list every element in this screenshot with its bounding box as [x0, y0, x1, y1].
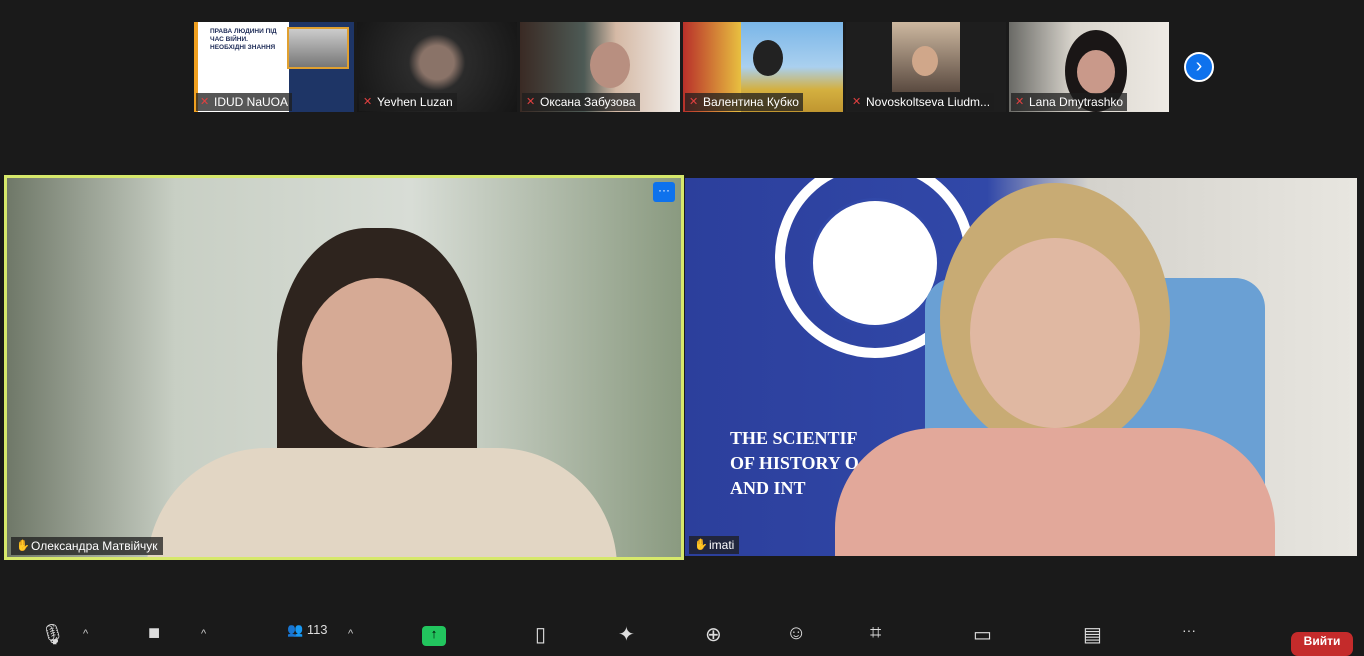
camera-off-icon: ■: [148, 622, 161, 644]
video-tile-active-speaker[interactable]: ··· ✋ Олександра Матвійчук: [4, 175, 684, 560]
participant-tile[interactable]: ✕ Novoskoltseva Liudm...: [846, 22, 1006, 112]
poster-photo: [287, 27, 349, 69]
background-text: AND INT: [730, 478, 806, 498]
participant-name: ✕ Lana Dmytrashko: [1011, 93, 1128, 111]
background-text: THE SCIENTIF: [730, 428, 858, 448]
participant-name: ✕ Валентина Кубко: [685, 93, 803, 111]
notes-button[interactable]: ▯: [535, 622, 546, 646]
mic-off-icon: ✕: [852, 96, 862, 108]
poster-title: ПРАВА ЛЮДИНИ ПІД ЧАС ВІЙНИ. НЕОБХІДНІ ЗН…: [210, 28, 277, 51]
ai-companion-button[interactable]: ✦: [618, 622, 635, 646]
notes-list-button[interactable]: ▤: [1083, 622, 1102, 646]
chevron-right-icon: ›: [1195, 55, 1203, 77]
participant-tile[interactable]: ✕ Yevhen Luzan: [357, 22, 517, 112]
participant-name: ✕ IDUD NaUOA: [196, 93, 293, 111]
more-options-button[interactable]: ···: [653, 182, 675, 202]
participants-options-caret[interactable]: ^: [348, 628, 353, 640]
mic-off-icon: ✕: [689, 96, 699, 108]
video-options-caret[interactable]: ^: [201, 628, 206, 640]
leave-button[interactable]: Вийти: [1291, 632, 1353, 656]
notes-icon: ▤: [1083, 624, 1102, 646]
share-arrow-icon: ↑: [430, 626, 438, 641]
apps-icon: ⌗: [870, 622, 882, 644]
participant-name: ✕ Оксана Забузова: [522, 93, 640, 111]
background-text: OF HISTORY O: [730, 453, 859, 473]
participant-name: ✕ Novoskoltseva Liudm...: [848, 93, 995, 111]
participant-name: ✋ imati: [689, 536, 740, 554]
mic-off-icon: ✕: [1015, 96, 1025, 108]
participants-count: 113: [306, 622, 328, 637]
unmute-button[interactable]: 🎙: [40, 622, 65, 646]
start-video-button[interactable]: ■: [148, 622, 161, 644]
pin-icon: ✋: [16, 540, 30, 552]
apps-button[interactable]: ⌗: [870, 622, 882, 644]
microphone-off-icon: 🎙: [40, 624, 66, 646]
document-icon: ▯: [535, 624, 547, 646]
participants-icon: 👥: [287, 622, 304, 637]
reactions-button[interactable]: ☺: [786, 622, 807, 644]
more-button[interactable]: ···: [1182, 622, 1196, 642]
video-tile[interactable]: THE SCIENTIF OF HISTORY O AND INT ✋ imati: [685, 178, 1357, 556]
participant-tile[interactable]: ПРАВА ЛЮДИНИ ПІД ЧАС ВІЙНИ. НЕОБХІДНІ ЗН…: [194, 22, 354, 112]
interpretation-button[interactable]: ⊕: [705, 622, 722, 646]
emoji-icon: ☺: [786, 622, 807, 644]
whiteboard-icon: ▭: [973, 624, 992, 646]
mic-off-icon: ✕: [200, 96, 210, 108]
participant-name: ✋ Олександра Матвійчук: [11, 537, 163, 555]
participants-button[interactable]: 👥 113: [287, 622, 328, 642]
next-page-button[interactable]: ›: [1184, 52, 1214, 82]
participant-tile[interactable]: ✕ Lana Dmytrashko: [1009, 22, 1169, 112]
participant-tile[interactable]: ✕ Оксана Забузова: [520, 22, 680, 112]
sparkle-icon: ✦: [618, 624, 635, 646]
audio-options-caret[interactable]: ^: [83, 628, 88, 640]
participant-tile[interactable]: ✕ Валентина Кубко: [683, 22, 843, 112]
whiteboard-button[interactable]: ▭: [973, 622, 992, 646]
globe-icon: ⊕: [705, 624, 722, 646]
pin-icon: ✋: [694, 539, 708, 551]
participant-name: ✕ Yevhen Luzan: [359, 93, 457, 111]
share-screen-button[interactable]: ↑: [422, 626, 446, 646]
mic-off-icon: ✕: [526, 96, 536, 108]
mic-off-icon: ✕: [363, 96, 373, 108]
